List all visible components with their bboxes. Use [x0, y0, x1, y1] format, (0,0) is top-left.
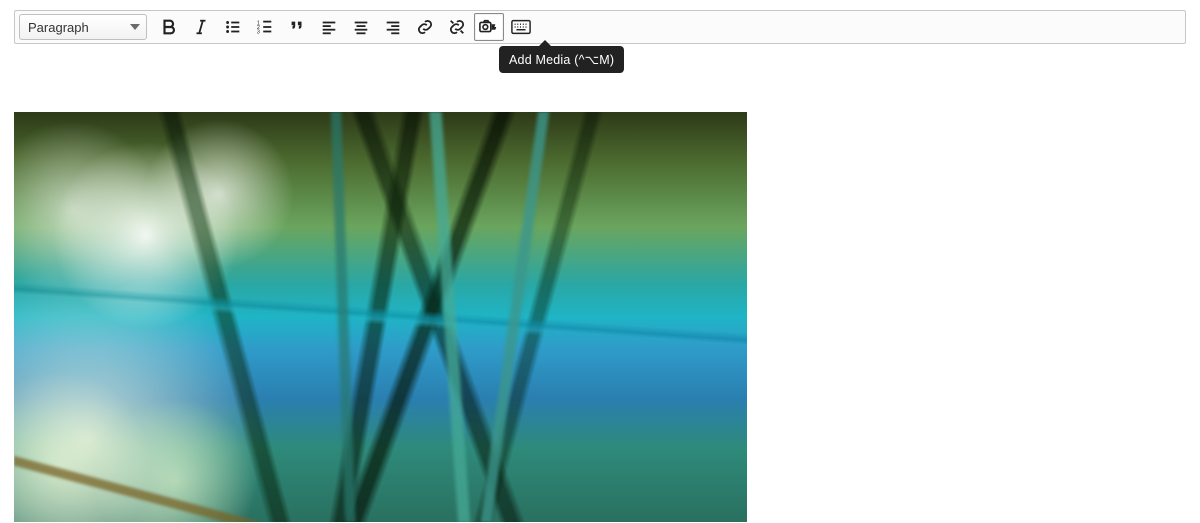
editor-toolbar: Paragraph 1 — [14, 10, 1186, 44]
svg-text:3: 3 — [257, 29, 260, 35]
blockquote-icon — [288, 18, 306, 36]
align-right-button[interactable] — [378, 13, 408, 41]
align-left-icon — [320, 18, 338, 36]
unlink-button[interactable] — [442, 13, 472, 41]
align-center-icon — [352, 18, 370, 36]
bulleted-list-button[interactable] — [218, 13, 248, 41]
bold-button[interactable] — [154, 13, 184, 41]
format-select-label: Paragraph — [28, 20, 89, 35]
blockquote-button[interactable] — [282, 13, 312, 41]
align-right-icon — [384, 18, 402, 36]
chevron-down-icon — [130, 24, 140, 30]
editor-content[interactable] — [14, 112, 1186, 522]
camera-media-icon — [479, 18, 499, 36]
tooltip-text: Add Media (^⌥M) — [509, 53, 614, 67]
italic-button[interactable] — [186, 13, 216, 41]
tooltip: Add Media (^⌥M) — [499, 46, 624, 73]
inserted-image[interactable] — [14, 112, 747, 522]
add-media-button[interactable] — [474, 13, 504, 41]
link-icon — [416, 18, 434, 36]
link-button[interactable] — [410, 13, 440, 41]
keyboard-icon — [511, 19, 531, 35]
numbered-list-button[interactable]: 1 2 3 — [250, 13, 280, 41]
format-select[interactable]: Paragraph — [19, 14, 147, 40]
bold-icon — [160, 18, 178, 36]
unlink-icon — [448, 18, 466, 36]
align-left-button[interactable] — [314, 13, 344, 41]
align-center-button[interactable] — [346, 13, 376, 41]
numbered-list-icon: 1 2 3 — [256, 18, 274, 36]
bulleted-list-icon — [224, 18, 242, 36]
italic-icon — [192, 18, 210, 36]
keyboard-shortcuts-button[interactable] — [506, 13, 536, 41]
